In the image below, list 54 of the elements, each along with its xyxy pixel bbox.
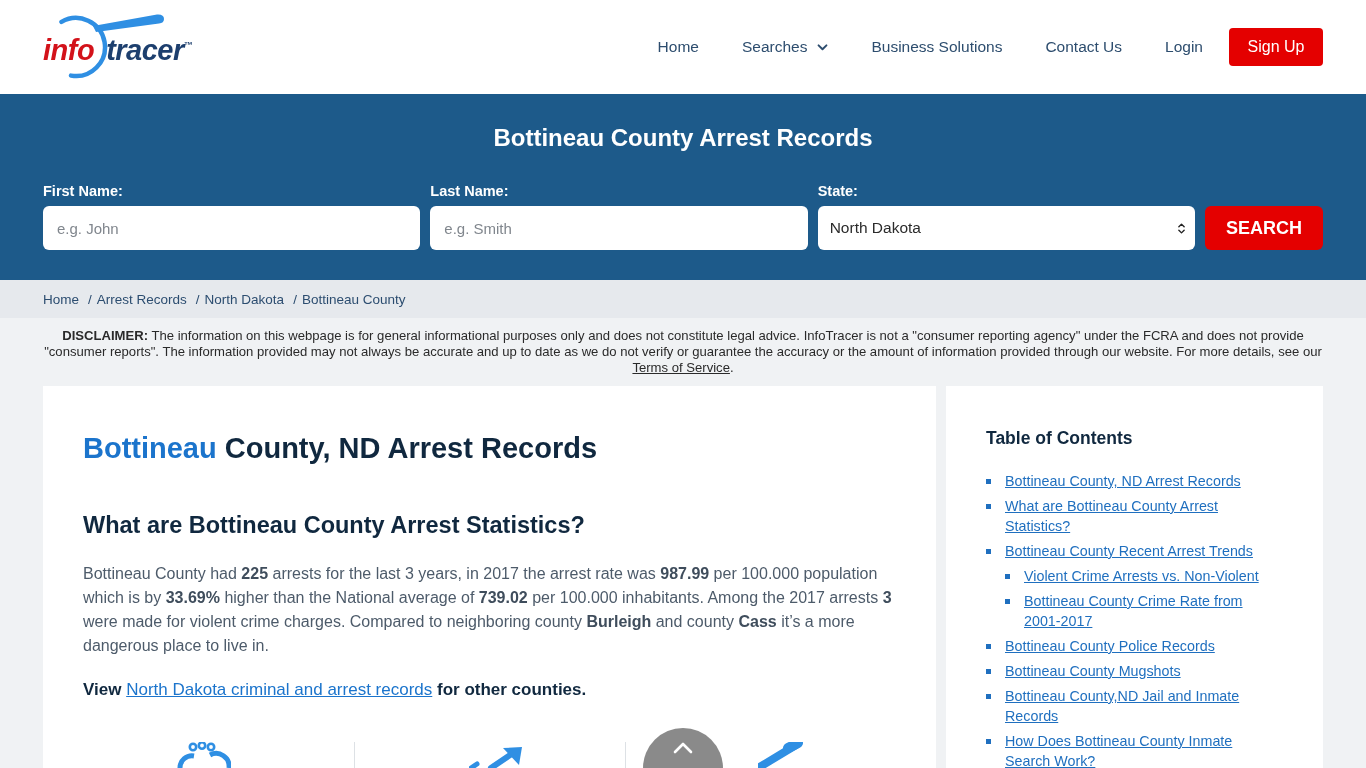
toc-link[interactable]: How Does Bottineau County Inmate Search Work? [1005, 731, 1268, 768]
toc-link[interactable]: Bottineau County Recent Arrest Trends [1005, 541, 1253, 561]
breadcrumb-link[interactable]: Home [43, 291, 79, 307]
bullet-icon [1005, 599, 1010, 604]
logo[interactable]: info tracer™ [43, 14, 208, 80]
article-title: Bottineau County, ND Arrest Records [83, 431, 598, 466]
state-select[interactable]: North Dakota [817, 206, 1195, 250]
bullet-icon [986, 644, 991, 649]
toc-link[interactable]: Bottineau County Crime Rate from 2001-2017 [1024, 591, 1268, 631]
search-title: Bottineau County Arrest Records [492, 123, 874, 152]
nav-link[interactable]: Business Solutions [871, 38, 1003, 56]
chevron-down-icon [817, 43, 829, 51]
breadcrumb-separator: / [293, 291, 297, 307]
toc-title: Table of Contents [986, 427, 1134, 450]
bullet-icon [986, 739, 991, 744]
breadcrumb-link[interactable]: North Dakota [204, 291, 285, 307]
breadcrumb-link[interactable]: Bottineau County [301, 291, 406, 307]
disclaimer-text: DISCLAIMER: The information on this webpage is for general informational purposes only and does not constitute legal advice. InfoTracer is not a "consumer reporting agency" under the FCRA and does not provide "consumer reports". The information provided may not always be accurate and up to date as we do not verify or guarantee the accuracy or the amount of information provided through our website. For more details, see our Terms of Service. [43, 328, 1323, 376]
baton-icon [758, 742, 804, 768]
field-label: Last Name: [430, 182, 509, 200]
bullet-icon [986, 694, 991, 699]
bullet-icon [986, 504, 991, 509]
state-records-link[interactable]: North Dakota criminal and arrest records [126, 680, 433, 699]
nav-link[interactable]: Contact Us [1045, 38, 1123, 56]
toc-link[interactable]: Bottineau County,ND Jail and Inmate Records [1005, 686, 1268, 726]
text-field[interactable]: e.g. Smith [430, 206, 808, 250]
bullet-icon [1005, 574, 1010, 579]
chevron-up-icon [673, 742, 693, 754]
toc-link[interactable]: Violent Crime Arrests vs. Non-Violent [1024, 566, 1259, 586]
bullet-icon [986, 479, 991, 484]
nav-link[interactable]: Home [657, 38, 699, 56]
select-arrows-icon [1178, 221, 1185, 235]
toc-link[interactable]: What are Bottineau County Arrest Statistics? [1005, 496, 1268, 536]
bullet-icon [986, 549, 991, 554]
statistics-paragraph: Bottineau County had 225 arrests for the last 3 years, in 2017 the arrest rate was 987.99 per 100.000 population which is by 33.69% higher than the National average of 739.02 per 100.000 inhabitants. Among the 2017 arrests 3 were made for violent crime charges. Compared to neighboring county Burleigh and county Cass it’s a more dangerous place to live in. [83, 564, 893, 656]
terms-link[interactable]: Terms of Service [632, 360, 730, 375]
text-field[interactable]: e.g. John [43, 206, 421, 250]
view-records-text: View North Dakota criminal and arrest records for other counties. [83, 679, 588, 701]
nav-link[interactable]: Login [1165, 38, 1203, 56]
breadcrumb-separator: / [195, 291, 200, 307]
breadcrumb-separator: / [88, 291, 92, 307]
nav-dropdown[interactable]: Searches [741, 38, 829, 56]
search-button[interactable]: SEARCH [1205, 206, 1323, 250]
toc-link[interactable]: Bottineau County Police Records [1005, 636, 1215, 656]
toc-link[interactable]: Bottineau County Mugshots [1005, 661, 1181, 681]
trend-arrow-icon [469, 747, 523, 768]
bullet-icon [986, 669, 991, 674]
toc-link[interactable]: Bottineau County, ND Arrest Records [1005, 471, 1241, 491]
breadcrumb-link[interactable]: Arrest Records [96, 291, 187, 307]
field-label: State: [817, 182, 858, 200]
section-heading: What are Bottineau County Arrest Statistics? [83, 511, 586, 540]
field-label: First Name: [43, 182, 123, 200]
handcuffs-icon [176, 742, 231, 768]
sign-up-button[interactable]: Sign Up [1229, 28, 1323, 66]
